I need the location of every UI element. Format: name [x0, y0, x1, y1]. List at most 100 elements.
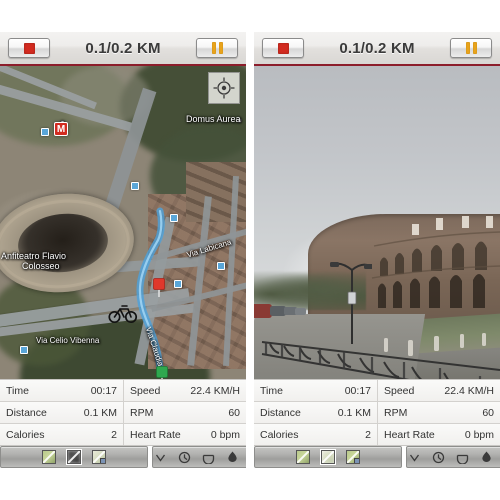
map-label-anfiteatro: Anfiteatro Flavio: [1, 251, 67, 261]
pause-button[interactable]: [196, 38, 238, 58]
pause-icon: [465, 42, 477, 54]
ruler-icon[interactable]: [201, 450, 216, 465]
tool-group: [406, 446, 500, 468]
streetview-imagery: [254, 66, 500, 379]
map-panel-toolbar: [0, 446, 246, 468]
ruler-icon[interactable]: [455, 450, 470, 465]
flame-icon[interactable]: [479, 450, 494, 465]
layer-toggle-group: [254, 446, 402, 468]
stat-distance: Distance 0.1 KM: [254, 402, 377, 423]
hybrid-layer-button[interactable]: [92, 450, 107, 465]
streetview-panel-header: 0.1/0.2 KM: [254, 32, 500, 66]
pause-button[interactable]: [450, 38, 492, 58]
end-pin-marker[interactable]: [152, 278, 166, 298]
stat-calories: Calories 2: [0, 424, 123, 445]
map-layer-button[interactable]: [66, 449, 82, 465]
stat-label: Time: [6, 384, 29, 397]
stat-time: Time 00:17: [254, 380, 377, 401]
compass-icon[interactable]: [208, 72, 240, 104]
compass-glyph: [213, 77, 235, 99]
map-label-colosseo: Colosseo: [22, 261, 60, 271]
stats-row: Distance 0.1 KM RPM 60: [0, 402, 246, 424]
clock-icon[interactable]: [177, 450, 192, 465]
chevron-down-icon[interactable]: [407, 450, 422, 465]
satellite-layer-icon: [296, 450, 310, 464]
map-layer-button[interactable]: [320, 449, 336, 465]
hybrid-layer-icon: [346, 450, 360, 464]
current-position-marker[interactable]: [108, 302, 138, 324]
streetview-panel-toolbar: [254, 446, 500, 468]
pause-icon: [211, 42, 223, 54]
map-layer-icon: [66, 449, 82, 465]
stat-speed: Speed 22.4 KM/H: [123, 380, 246, 401]
stat-heart-rate: Heart Rate 0 bpm: [123, 424, 246, 445]
bollards: [384, 333, 486, 356]
stat-label: Heart Rate: [130, 428, 181, 441]
map-layer-icon: [320, 449, 336, 465]
stat-label: Heart Rate: [384, 428, 435, 441]
poi-marker[interactable]: [170, 214, 178, 222]
poi-marker[interactable]: [217, 262, 225, 270]
stat-label: Distance: [260, 406, 301, 419]
poi-marker[interactable]: [174, 280, 182, 288]
bicycle-icon: [108, 305, 138, 324]
layer-toggle-group: [0, 446, 148, 468]
stat-label: Time: [260, 384, 283, 397]
stat-value: 22.4 KM/H: [190, 384, 240, 397]
distance-readout: 0.1/0.2 KM: [339, 39, 415, 57]
poi-marker[interactable]: [41, 128, 49, 136]
stat-label: Speed: [384, 384, 415, 397]
parked-cars: [254, 304, 306, 318]
clock-icon[interactable]: [431, 450, 446, 465]
poi-marker[interactable]: [20, 346, 28, 354]
green-pin-icon: [156, 366, 168, 379]
stat-value: 00:17: [90, 384, 117, 397]
satellite-layer-button[interactable]: [42, 450, 57, 465]
flame-icon[interactable]: [225, 450, 240, 465]
stat-value: 0.1 KM: [337, 406, 371, 419]
stat-value: 00:17: [344, 384, 371, 397]
map-label-domus-aurea: Domus Aurea: [186, 114, 241, 124]
metro-station-marker[interactable]: M: [54, 122, 68, 136]
stat-rpm: RPM 60: [123, 402, 246, 423]
start-pin-marker[interactable]: [155, 366, 169, 379]
stats-row: Time 00:17 Speed 22.4 KM/H: [0, 380, 246, 402]
stats-row: Distance 0.1 KM RPM 60: [254, 402, 500, 424]
map-panel-header: 0.1/0.2 KM: [0, 32, 246, 66]
satellite-layer-button[interactable]: [296, 450, 311, 465]
streetview-viewport[interactable]: [254, 66, 500, 379]
satellite-imagery: M Domus Aurea Anfiteatro Flavio Colosseo…: [0, 66, 246, 379]
stat-distance: Distance 0.1 KM: [0, 402, 123, 423]
stat-value: 2: [111, 428, 117, 441]
app-root: 0.1/0.2 KM M Domus Aurea Anfiteatro Flav…: [0, 0, 500, 500]
stats-table: Time 00:17 Speed 22.4 KM/H Distance 0.1 …: [0, 379, 246, 446]
stat-label: Distance: [6, 406, 47, 419]
street-lamp: [330, 262, 372, 344]
stat-time: Time 00:17: [0, 380, 123, 401]
map-label-via-celio-vibenna: Via Celio Vibenna: [36, 336, 100, 345]
map-panel: 0.1/0.2 KM M Domus Aurea Anfiteatro Flav…: [0, 32, 246, 468]
chevron-down-icon[interactable]: [153, 450, 168, 465]
stats-table: Time 00:17 Speed 22.4 KM/H Distance 0.1 …: [254, 379, 500, 446]
stat-calories: Calories 2: [254, 424, 377, 445]
stop-icon: [277, 42, 289, 54]
stat-heart-rate: Heart Rate 0 bpm: [377, 424, 500, 445]
stat-value: 0 bpm: [210, 428, 240, 441]
poi-marker[interactable]: [131, 182, 139, 190]
stop-button[interactable]: [262, 38, 304, 58]
stat-value: 0.1 KM: [83, 406, 117, 419]
map-viewport[interactable]: M Domus Aurea Anfiteatro Flavio Colosseo…: [0, 66, 246, 379]
tool-group: [152, 446, 246, 468]
distance-readout: 0.1/0.2 KM: [85, 39, 161, 57]
stat-value: 60: [228, 406, 240, 419]
stat-speed: Speed 22.4 KM/H: [377, 380, 500, 401]
hybrid-layer-button[interactable]: [346, 450, 361, 465]
stat-value: 0 bpm: [464, 428, 494, 441]
streetview-panel: 0.1/0.2 KM Time 00:17 Speed 22.4 KM/H Di…: [254, 32, 500, 468]
stat-label: RPM: [384, 406, 408, 419]
satellite-layer-icon: [42, 450, 56, 464]
stats-row: Time 00:17 Speed 22.4 KM/H: [254, 380, 500, 402]
red-pin-icon: [153, 278, 165, 297]
stop-button[interactable]: [8, 38, 50, 58]
hybrid-layer-icon: [92, 450, 106, 464]
